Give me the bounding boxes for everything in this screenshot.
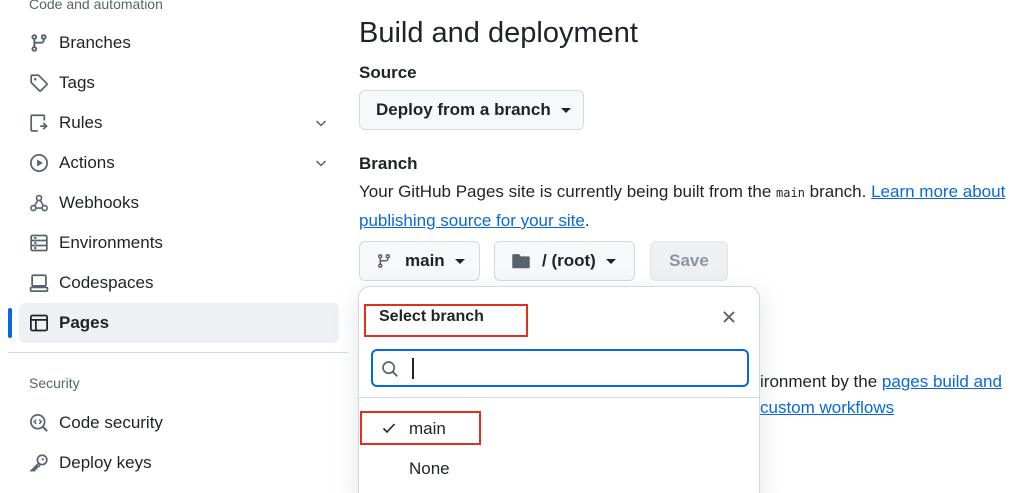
- source-dropdown-value: Deploy from a branch: [376, 100, 551, 119]
- section-heading-security: Security: [29, 375, 80, 391]
- custom-workflows-link[interactable]: custom workflows: [760, 398, 894, 417]
- sidebar-item-label: Actions: [59, 153, 115, 172]
- folder-select-button[interactable]: / (root): [494, 241, 635, 281]
- sidebar-item-label: Rules: [59, 113, 103, 132]
- save-button-label: Save: [669, 251, 709, 270]
- branch-search-input[interactable]: [411, 353, 741, 383]
- highlight-box-main: [360, 411, 481, 445]
- sidebar-item-branches[interactable]: Branches: [19, 23, 339, 63]
- codespaces-icon: [29, 274, 49, 292]
- branch-search-field[interactable]: [371, 349, 749, 387]
- publishing-source-link[interactable]: publishing source for your site: [359, 211, 585, 230]
- page-title: Build and deployment: [359, 17, 638, 49]
- caret-down-icon: [605, 258, 616, 264]
- branch-label: Branch: [359, 154, 418, 173]
- sidebar-item-code-security[interactable]: Code security: [19, 403, 339, 443]
- key-icon: [29, 454, 48, 472]
- folder-select-value: / (root): [542, 251, 596, 270]
- sidebar-item-codespaces[interactable]: Codespaces: [19, 263, 339, 303]
- branch-desc-code: main: [776, 186, 805, 200]
- sidebar-item-label: Codespaces: [59, 273, 154, 292]
- tag-icon: [30, 74, 48, 92]
- save-button[interactable]: Save: [650, 241, 728, 281]
- branch-desc-text: Your GitHub Pages site is currently bein…: [359, 182, 777, 201]
- caret-down-icon: [560, 107, 571, 113]
- sidebar-item-rules[interactable]: Rules: [19, 103, 339, 143]
- settings-sidebar: Code and automation Branches Tags Rules …: [0, 0, 350, 493]
- browser-icon: [30, 314, 48, 332]
- sidebar-divider: [8, 352, 348, 353]
- sidebar-item-webhooks[interactable]: Webhooks: [19, 183, 339, 223]
- sidebar-item-label: Webhooks: [59, 193, 140, 212]
- sidebar-item-label: Branches: [59, 33, 131, 52]
- branch-option-label: None: [409, 459, 450, 478]
- rules-icon: [30, 114, 48, 132]
- sidebar-item-environments[interactable]: Environments: [19, 223, 339, 263]
- active-indicator: [8, 308, 12, 338]
- sidebar-item-label: Tags: [59, 73, 95, 92]
- branch-desc-period: .: [584, 211, 590, 230]
- behind-text-line-2: custom workflows: [760, 396, 894, 420]
- play-icon: [30, 154, 48, 172]
- branch-icon: [31, 34, 47, 52]
- sidebar-item-label: Pages: [59, 313, 110, 332]
- sidebar-item-label: Deploy keys: [59, 453, 152, 472]
- highlight-box-title: [364, 304, 528, 337]
- webhook-icon: [30, 194, 48, 212]
- sidebar-item-pages[interactable]: Pages: [19, 303, 339, 343]
- branch-option-none[interactable]: None: [371, 449, 749, 487]
- codescan-icon: [30, 414, 48, 432]
- chevron-down-icon[interactable]: [313, 115, 329, 131]
- sidebar-item-tags[interactable]: Tags: [19, 63, 339, 103]
- pages-build-link[interactable]: pages build and: [882, 372, 1002, 391]
- select-branch-popover: Select branch main None: [358, 286, 760, 493]
- branch-desc-text-2: branch.: [804, 182, 872, 201]
- section-heading-code-automation: Code and automation: [29, 0, 163, 12]
- caret-down-icon: [454, 258, 465, 264]
- folder-icon: [512, 254, 530, 269]
- branch-select-value: main: [405, 251, 445, 270]
- branch-description: Your GitHub Pages site is currently bein…: [359, 178, 1015, 235]
- branch-icon: [378, 253, 390, 269]
- close-icon[interactable]: [720, 308, 738, 326]
- behind-text: ironment by the: [760, 372, 882, 391]
- source-label: Source: [359, 63, 417, 82]
- behind-text-line-1: ironment by the pages build and: [760, 370, 1002, 394]
- search-icon: [382, 361, 398, 377]
- sidebar-item-label: Environments: [59, 233, 163, 252]
- source-dropdown-button[interactable]: Deploy from a branch: [359, 90, 584, 130]
- branch-select-button[interactable]: main: [359, 241, 480, 281]
- server-icon: [30, 234, 48, 252]
- popover-divider: [359, 397, 759, 398]
- learn-more-link[interactable]: Learn more about: [871, 182, 1005, 201]
- sidebar-item-label: Code security: [59, 413, 163, 432]
- sidebar-item-actions[interactable]: Actions: [19, 143, 339, 183]
- chevron-down-icon[interactable]: [313, 155, 329, 171]
- sidebar-item-deploy-keys[interactable]: Deploy keys: [19, 443, 339, 483]
